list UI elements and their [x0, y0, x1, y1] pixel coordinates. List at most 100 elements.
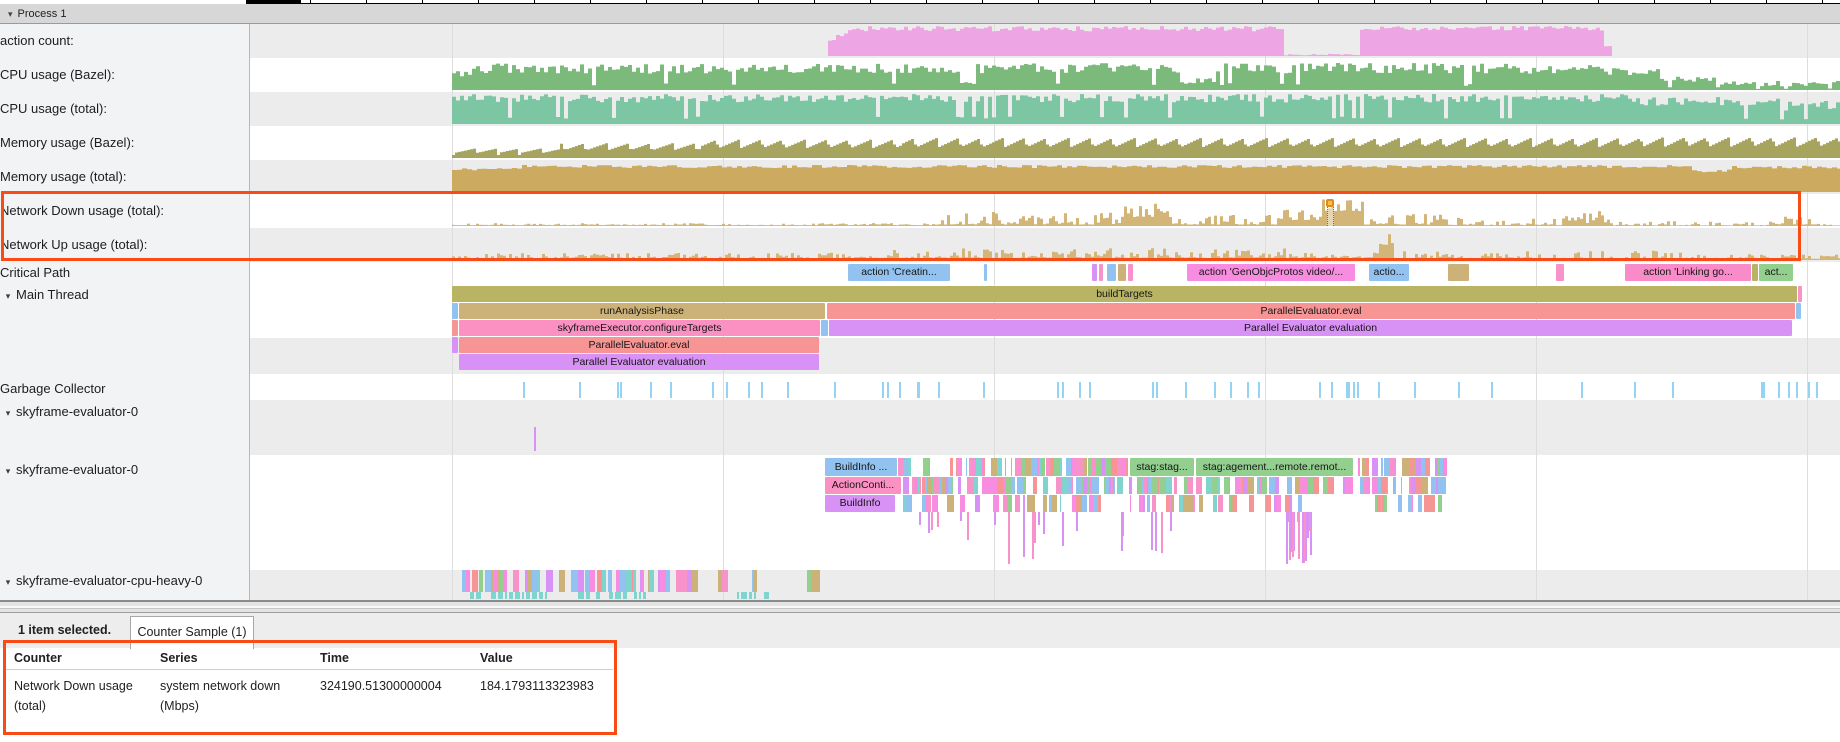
- callstack-drip[interactable]: [1008, 512, 1010, 564]
- timeline-slice-main-thread[interactable]: [1796, 303, 1801, 319]
- activity-sliver[interactable]: [589, 570, 595, 592]
- activity-sliver[interactable]: [1420, 495, 1422, 512]
- counter-chart-memory-usage-bazel[interactable]: [250, 128, 1840, 158]
- activity-sliver[interactable]: [1129, 477, 1132, 494]
- chevron-down-icon[interactable]: ▾: [8, 9, 13, 19]
- activity-sliver[interactable]: [1444, 458, 1447, 476]
- gc-tick[interactable]: [1079, 382, 1081, 398]
- activity-sliver[interactable]: [539, 592, 543, 599]
- track-label-critical-path[interactable]: Critical Path: [0, 265, 70, 281]
- activity-sliver[interactable]: [983, 458, 985, 476]
- col-header-value[interactable]: Value: [480, 651, 513, 665]
- activity-sliver[interactable]: [1313, 477, 1319, 494]
- activity-sliver[interactable]: [1438, 495, 1442, 512]
- gc-tick[interactable]: [1258, 382, 1260, 398]
- gc-tick[interactable]: [1230, 382, 1232, 398]
- activity-sliver[interactable]: [633, 570, 636, 592]
- counter-chart-memory-usage-total[interactable]: [250, 162, 1840, 192]
- activity-sliver[interactable]: [909, 458, 911, 476]
- activity-sliver[interactable]: [649, 570, 654, 592]
- activity-sliver[interactable]: [1386, 495, 1387, 512]
- activity-sliver[interactable]: [1425, 458, 1430, 476]
- track-label-network-down-usage-total[interactable]: Network Down usage (total):: [0, 203, 164, 219]
- activity-sliver[interactable]: [1442, 477, 1446, 494]
- activity-sliver[interactable]: [1011, 458, 1012, 476]
- activity-sliver[interactable]: [578, 570, 584, 592]
- callstack-drip[interactable]: [919, 512, 921, 525]
- timeline-slice-skyframe-evaluator[interactable]: BuildInfo: [825, 495, 895, 512]
- activity-sliver[interactable]: [1398, 495, 1402, 512]
- activity-sliver[interactable]: [503, 570, 507, 592]
- callstack-drip[interactable]: [937, 512, 939, 527]
- timeline-slice-main-thread[interactable]: Parallel Evaluator evaluation: [459, 354, 819, 370]
- activity-sliver[interactable]: [929, 458, 930, 476]
- activity-sliver[interactable]: [526, 592, 530, 599]
- callstack-drip[interactable]: [1034, 512, 1036, 543]
- activity-sliver[interactable]: [1011, 477, 1015, 494]
- activity-sliver[interactable]: [957, 458, 962, 476]
- activity-sliver[interactable]: [545, 592, 547, 599]
- activity-sliver[interactable]: [1052, 495, 1057, 512]
- activity-sliver[interactable]: [1275, 477, 1279, 494]
- panel-splitter[interactable]: [0, 600, 1840, 613]
- activity-sliver[interactable]: [737, 592, 739, 599]
- activity-sliver[interactable]: [1152, 495, 1156, 512]
- activity-sliver[interactable]: [966, 458, 967, 476]
- gc-tick[interactable]: [887, 382, 889, 398]
- activity-sliver[interactable]: [1193, 495, 1195, 512]
- activity-sliver[interactable]: [932, 495, 938, 512]
- process-group-header[interactable]: ▾Process 1: [0, 4, 1840, 24]
- gc-tick[interactable]: [1214, 382, 1216, 398]
- timeline-slice-main-thread[interactable]: ParallelEvaluator.eval: [827, 303, 1795, 319]
- activity-sliver[interactable]: [602, 570, 606, 592]
- gc-tick[interactable]: [938, 382, 940, 398]
- timeline-slice-critical-path[interactable]: [1118, 264, 1126, 281]
- timeline-slice-main-thread[interactable]: Parallel Evaluator evaluation: [829, 320, 1792, 336]
- activity-sliver[interactable]: [1023, 477, 1026, 494]
- activity-sliver[interactable]: [920, 477, 921, 494]
- timeline-slice-main-thread[interactable]: runAnalysisPhase: [459, 303, 825, 319]
- callstack-drip[interactable]: [960, 512, 962, 521]
- gc-tick[interactable]: [834, 382, 836, 398]
- activity-sliver[interactable]: [1328, 477, 1334, 494]
- activity-sliver[interactable]: [513, 570, 519, 592]
- activity-sliver[interactable]: [641, 570, 644, 592]
- gc-tick[interactable]: [1458, 382, 1460, 398]
- callstack-drip[interactable]: [1286, 512, 1288, 564]
- col-header-time[interactable]: Time: [320, 651, 349, 665]
- gc-tick[interactable]: [983, 382, 985, 398]
- activity-sliver[interactable]: [1071, 477, 1073, 494]
- activity-sliver[interactable]: [1007, 495, 1012, 512]
- activity-sliver[interactable]: [639, 592, 641, 599]
- activity-sliver[interactable]: [1033, 477, 1037, 494]
- callstack-drip[interactable]: [1290, 512, 1292, 552]
- activity-sliver[interactable]: [1381, 458, 1383, 476]
- activity-sliver[interactable]: [764, 592, 769, 599]
- gc-tick[interactable]: [1581, 382, 1583, 398]
- gc-tick[interactable]: [1089, 382, 1091, 398]
- callstack-drip[interactable]: [1297, 512, 1299, 522]
- gc-tick[interactable]: [1057, 382, 1059, 398]
- gc-tick[interactable]: [712, 382, 714, 398]
- activity-sliver[interactable]: [692, 570, 698, 592]
- activity-sliver[interactable]: [522, 592, 524, 599]
- activity-sliver[interactable]: [1233, 495, 1237, 512]
- activity-sliver[interactable]: [1143, 495, 1145, 512]
- track-label-cpu-usage-bazel[interactable]: CPU usage (Bazel):: [0, 67, 115, 83]
- activity-sliver[interactable]: [596, 592, 600, 599]
- activity-sliver[interactable]: [479, 570, 483, 592]
- activity-sliver[interactable]: [1166, 477, 1172, 494]
- gc-tick[interactable]: [650, 382, 652, 398]
- activity-sliver[interactable]: [1372, 458, 1378, 476]
- activity-sliver[interactable]: [1015, 495, 1020, 512]
- activity-sliver[interactable]: [1249, 495, 1254, 512]
- callstack-drip[interactable]: [1062, 512, 1064, 546]
- activity-sliver[interactable]: [1266, 495, 1271, 512]
- timeline-slice-critical-path[interactable]: action 'GenObjcProtos video/...: [1187, 264, 1355, 281]
- activity-sliver[interactable]: [1060, 458, 1062, 476]
- callstack-drip[interactable]: [967, 512, 969, 540]
- tab-counter-sample[interactable]: Counter Sample (1): [130, 616, 254, 649]
- chevron-down-icon[interactable]: ▾: [0, 405, 16, 421]
- timeline-canvas[interactable]: action 'Creatin...action 'GenObjcProtos …: [250, 24, 1840, 600]
- activity-sliver[interactable]: [505, 592, 507, 599]
